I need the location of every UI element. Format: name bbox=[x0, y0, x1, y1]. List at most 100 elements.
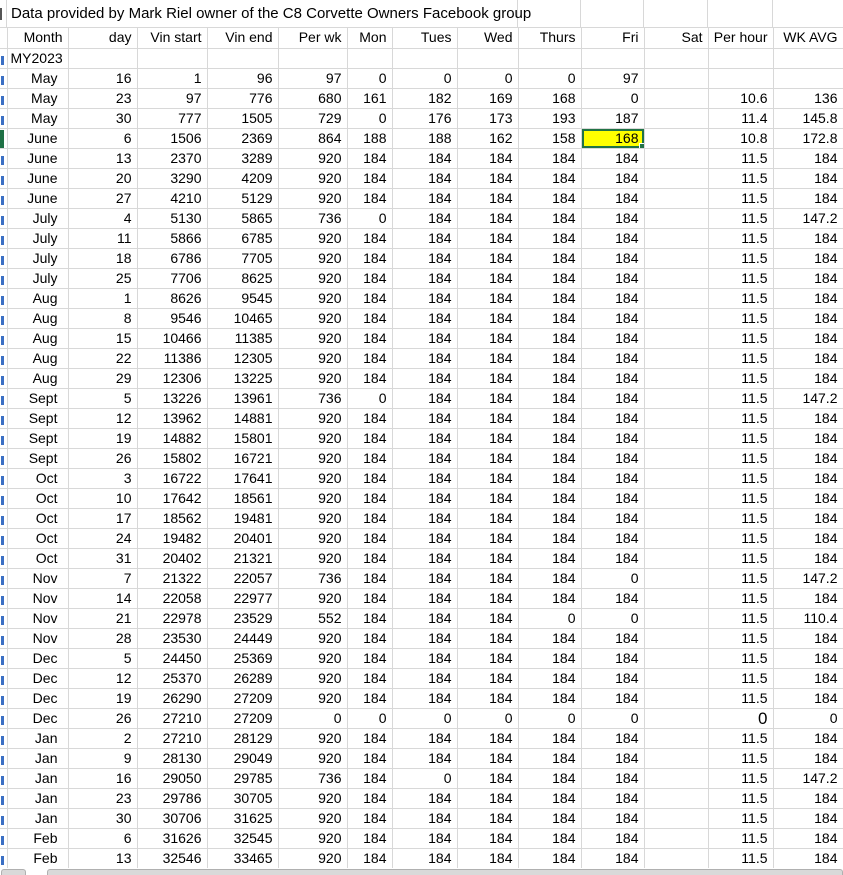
cell-tues[interactable]: 184 bbox=[392, 468, 457, 488]
cell-wed[interactable]: 184 bbox=[457, 508, 518, 528]
cell-mon[interactable]: 0 bbox=[347, 108, 392, 128]
cell-wk_avg[interactable]: 184 bbox=[773, 148, 843, 168]
cell-tues[interactable]: 182 bbox=[392, 88, 457, 108]
empty-cell[interactable] bbox=[68, 48, 137, 68]
cell-fri[interactable]: 184 bbox=[581, 188, 644, 208]
cell-tues[interactable]: 0 bbox=[392, 68, 457, 88]
cell-tues[interactable]: 184 bbox=[392, 808, 457, 828]
cell-tues[interactable]: 184 bbox=[392, 488, 457, 508]
cell-thurs[interactable]: 184 bbox=[518, 428, 581, 448]
cell-vin_start[interactable]: 13226 bbox=[137, 388, 207, 408]
cell-wed[interactable]: 184 bbox=[457, 248, 518, 268]
cell-day[interactable]: 19 bbox=[68, 688, 137, 708]
cell-wed[interactable]: 173 bbox=[457, 108, 518, 128]
cell-vin_end[interactable]: 27209 bbox=[207, 688, 278, 708]
empty-cell[interactable] bbox=[644, 48, 708, 68]
cell-tues[interactable]: 184 bbox=[392, 348, 457, 368]
cell-fri[interactable]: 184 bbox=[581, 548, 644, 568]
cell-fri[interactable]: 184 bbox=[581, 228, 644, 248]
cell-per_hour[interactable]: 11.5 bbox=[708, 628, 773, 648]
bottom-grey-bar-left[interactable] bbox=[1, 869, 26, 875]
cell-thurs[interactable]: 184 bbox=[518, 628, 581, 648]
cell-mon[interactable]: 184 bbox=[347, 748, 392, 768]
cell-wed[interactable]: 184 bbox=[457, 468, 518, 488]
cell-day[interactable]: 11 bbox=[68, 228, 137, 248]
cell-vin_start[interactable]: 13962 bbox=[137, 408, 207, 428]
cell-vin_start[interactable]: 21322 bbox=[137, 568, 207, 588]
cell-per_wk[interactable]: 920 bbox=[278, 308, 347, 328]
cell-fri[interactable]: 184 bbox=[581, 648, 644, 668]
cell-mon[interactable]: 0 bbox=[347, 388, 392, 408]
cell-vin_end[interactable]: 13225 bbox=[207, 368, 278, 388]
cell-mon[interactable]: 184 bbox=[347, 788, 392, 808]
cell-fri[interactable]: 184 bbox=[581, 748, 644, 768]
empty-cell[interactable] bbox=[773, 48, 843, 68]
cell-vin_start[interactable]: 3290 bbox=[137, 168, 207, 188]
cell-day[interactable]: 21 bbox=[68, 608, 137, 628]
cell-mon[interactable]: 184 bbox=[347, 728, 392, 748]
cell-sat[interactable] bbox=[644, 288, 708, 308]
cell-vin_end[interactable]: 20401 bbox=[207, 528, 278, 548]
cell-day[interactable]: 16 bbox=[68, 768, 137, 788]
cell-vin_start[interactable]: 29786 bbox=[137, 788, 207, 808]
cell-fri[interactable]: 184 bbox=[581, 268, 644, 288]
cell-per_hour[interactable]: 11.5 bbox=[708, 588, 773, 608]
col-header-wk_avg[interactable]: WK AVG bbox=[773, 28, 843, 48]
col-header-vin_end[interactable]: Vin end bbox=[207, 28, 278, 48]
cell-tues[interactable]: 184 bbox=[392, 828, 457, 848]
cell-sat[interactable] bbox=[644, 88, 708, 108]
col-header-fri[interactable]: Fri bbox=[581, 28, 644, 48]
cell-wed[interactable]: 184 bbox=[457, 388, 518, 408]
cell-vin_end[interactable]: 18561 bbox=[207, 488, 278, 508]
cell-day[interactable]: 13 bbox=[68, 848, 137, 868]
cell-month[interactable]: Sept bbox=[7, 388, 68, 408]
cell-sat[interactable] bbox=[644, 208, 708, 228]
cell-fri[interactable]: 184 bbox=[581, 168, 644, 188]
col-header-month[interactable]: Month bbox=[7, 28, 68, 48]
cell-fri[interactable]: 184 bbox=[581, 368, 644, 388]
cell-mon[interactable]: 184 bbox=[347, 568, 392, 588]
cell-month[interactable]: Aug bbox=[7, 348, 68, 368]
cell-vin_start[interactable]: 11386 bbox=[137, 348, 207, 368]
cell-per_hour[interactable]: 11.5 bbox=[708, 748, 773, 768]
cell-vin_start[interactable]: 7706 bbox=[137, 268, 207, 288]
cell-sat[interactable] bbox=[644, 628, 708, 648]
cell-month[interactable]: Oct bbox=[7, 528, 68, 548]
cell-vin_end[interactable]: 5129 bbox=[207, 188, 278, 208]
cell-wed[interactable]: 184 bbox=[457, 428, 518, 448]
cell-fri[interactable]: 184 bbox=[581, 388, 644, 408]
cell-per_wk[interactable]: 680 bbox=[278, 88, 347, 108]
cell-day[interactable]: 12 bbox=[68, 408, 137, 428]
cell-thurs[interactable]: 184 bbox=[518, 508, 581, 528]
cell-thurs[interactable]: 184 bbox=[518, 568, 581, 588]
cell-day[interactable]: 6 bbox=[68, 828, 137, 848]
cell-mon[interactable]: 184 bbox=[347, 548, 392, 568]
cell-vin_end[interactable]: 21321 bbox=[207, 548, 278, 568]
cell-month[interactable]: Jan bbox=[7, 728, 68, 748]
cell-thurs[interactable]: 158 bbox=[518, 128, 581, 148]
cell-wk_avg[interactable]: 184 bbox=[773, 368, 843, 388]
cell-wed[interactable]: 184 bbox=[457, 768, 518, 788]
cell-mon[interactable]: 184 bbox=[347, 328, 392, 348]
cell-month[interactable]: Dec bbox=[7, 648, 68, 668]
cell-fri[interactable]: 97 bbox=[581, 68, 644, 88]
cell-sat[interactable] bbox=[644, 668, 708, 688]
cell-month[interactable]: May bbox=[7, 88, 68, 108]
cell-wk_avg[interactable]: 184 bbox=[773, 468, 843, 488]
cell-per_hour[interactable]: 11.5 bbox=[708, 148, 773, 168]
cell-vin_end[interactable]: 33465 bbox=[207, 848, 278, 868]
cell-mon[interactable]: 184 bbox=[347, 528, 392, 548]
cell-month[interactable]: Dec bbox=[7, 688, 68, 708]
empty-cell[interactable] bbox=[708, 48, 773, 68]
cell-sat[interactable] bbox=[644, 248, 708, 268]
cell-day[interactable]: 13 bbox=[68, 148, 137, 168]
cell-thurs[interactable]: 184 bbox=[518, 688, 581, 708]
cell-thurs[interactable]: 168 bbox=[518, 88, 581, 108]
cell-fri[interactable]: 184 bbox=[581, 288, 644, 308]
cell-day[interactable]: 25 bbox=[68, 268, 137, 288]
cell-wk_avg[interactable]: 184 bbox=[773, 188, 843, 208]
cell-vin_start[interactable]: 27210 bbox=[137, 708, 207, 728]
cell-tues[interactable]: 184 bbox=[392, 368, 457, 388]
cell-mon[interactable]: 184 bbox=[347, 468, 392, 488]
cell-month[interactable]: Nov bbox=[7, 588, 68, 608]
